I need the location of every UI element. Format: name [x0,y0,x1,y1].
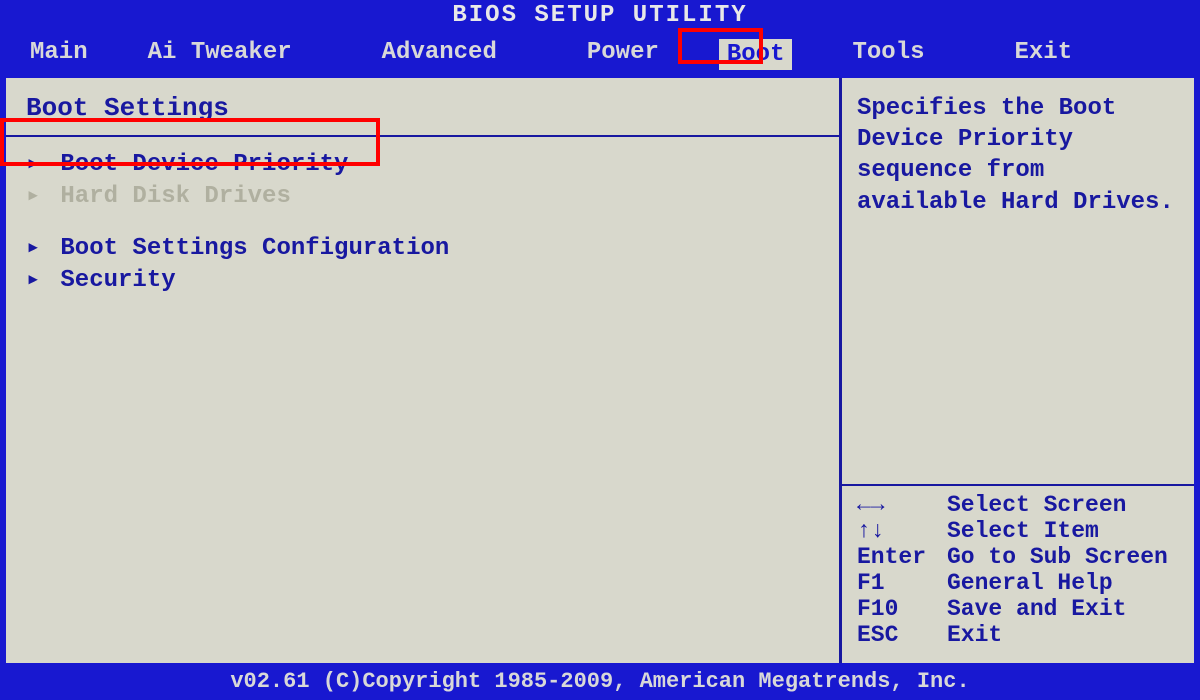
hint-general-help: F1 General Help [857,570,1179,596]
key-action: Go to Sub Screen [947,544,1168,570]
menu-exit[interactable]: Exit [995,39,1093,70]
menu-advanced[interactable]: Advanced [362,39,517,70]
key-action: Exit [947,622,1002,648]
key-hints: ←→ Select Screen ↑↓ Select Item Enter Go… [842,484,1194,648]
key-label: F10 [857,596,947,622]
option-label: Boot Settings Configuration [60,235,449,262]
section-header: Boot Settings [26,93,819,123]
menu-power[interactable]: Power [567,39,679,70]
help-text: Specifies the Boot Device Priority seque… [857,93,1179,484]
menu-bar: Main Ai Tweaker Advanced Power Boot Tool… [0,31,1200,78]
option-label: Hard Disk Drives [60,183,290,210]
footer: v02.61 (C)Copyright 1985-2009, American … [0,663,1200,700]
key-action: Select Screen [947,492,1126,518]
content-area: Boot Settings ▸ Boot Device Priority ▸ H… [0,78,1200,663]
key-label: ↑↓ [857,518,947,544]
title-bar: BIOS SETUP UTILITY [0,0,1200,31]
key-label: F1 [857,570,947,596]
footer-text: v02.61 (C)Copyright 1985-2009, American … [230,669,969,694]
hint-sub-screen: Enter Go to Sub Screen [857,544,1179,570]
key-action: General Help [947,570,1113,596]
option-label: Boot Device Priority [60,151,348,178]
option-label: Security [60,267,175,294]
hint-select-item: ↑↓ Select Item [857,518,1179,544]
option-boot-settings-configuration[interactable]: ▸ Boot Settings Configuration [26,231,819,263]
triangle-right-icon: ▸ [26,180,46,210]
title-text: BIOS SETUP UTILITY [452,2,747,29]
right-panel: Specifies the Boot Device Priority seque… [839,78,1194,663]
triangle-right-icon: ▸ [26,264,46,294]
menu-boot[interactable]: Boot [719,39,793,70]
key-label: ←→ [857,492,947,518]
hint-exit: ESC Exit [857,622,1179,648]
key-action: Save and Exit [947,596,1126,622]
divider-line [6,135,839,137]
option-hard-disk-drives[interactable]: ▸ Hard Disk Drives [26,179,819,211]
menu-tools[interactable]: Tools [832,39,944,70]
spacer [26,211,819,231]
menu-ai-tweaker[interactable]: Ai Tweaker [128,39,312,70]
option-boot-device-priority[interactable]: ▸ Boot Device Priority [26,147,819,179]
hint-save-exit: F10 Save and Exit [857,596,1179,622]
menu-main[interactable]: Main [10,39,108,70]
option-security[interactable]: ▸ Security [26,263,819,295]
triangle-right-icon: ▸ [26,232,46,262]
triangle-right-icon: ▸ [26,148,46,178]
left-panel: Boot Settings ▸ Boot Device Priority ▸ H… [6,78,839,663]
key-label: ESC [857,622,947,648]
bios-container: BIOS SETUP UTILITY Main Ai Tweaker Advan… [0,0,1200,700]
key-label: Enter [857,544,947,570]
key-action: Select Item [947,518,1099,544]
hint-select-screen: ←→ Select Screen [857,492,1179,518]
